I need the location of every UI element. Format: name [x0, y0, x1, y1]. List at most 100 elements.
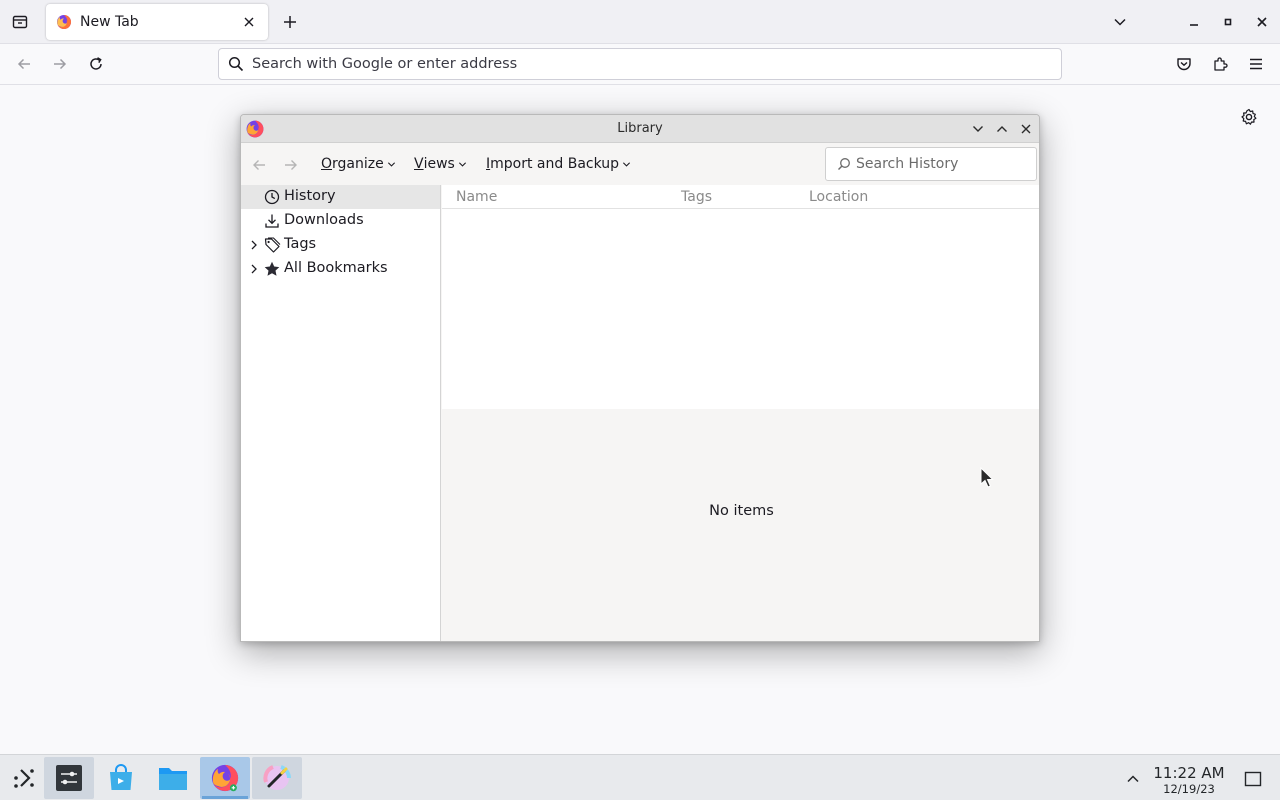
organize-menu-button[interactable]: Organize: [321, 156, 396, 172]
url-bar[interactable]: [218, 48, 1062, 80]
arrow-left-icon: [17, 58, 30, 70]
chevron-right-icon[interactable]: [248, 263, 260, 275]
new-tab-button[interactable]: [276, 8, 304, 36]
views-label: iews: [423, 156, 455, 172]
show-desktop-button[interactable]: [1243, 769, 1263, 789]
clock-time: 11:22 AM: [1153, 764, 1225, 782]
taskbar: 11:22 AM 12/19/23: [0, 754, 1280, 800]
maximize-button[interactable]: [1214, 8, 1242, 36]
library-forward-button[interactable]: [281, 155, 301, 175]
tab-title: New Tab: [80, 14, 139, 30]
url-input[interactable]: [252, 56, 1061, 72]
forward-button[interactable]: [46, 50, 74, 78]
desktop-icon: [1244, 771, 1262, 787]
reload-icon: [90, 57, 102, 70]
library-toolbar: Organize Views Import and Backup: [241, 143, 1039, 185]
settings-sliders-icon: [56, 765, 82, 791]
firefox-view-icon: [12, 15, 28, 29]
search-history-box[interactable]: [825, 147, 1037, 181]
sidebar-item-label: Downloads: [284, 212, 364, 228]
folder-icon: [159, 768, 187, 790]
views-menu-button[interactable]: Views: [414, 156, 467, 172]
maximize-icon: [1224, 18, 1232, 26]
organize-label: rganize: [332, 156, 384, 172]
library-back-button[interactable]: [249, 155, 269, 175]
search-icon: [228, 56, 244, 72]
digital-clock[interactable]: 11:22 AM 12/19/23: [1150, 764, 1228, 797]
taskbar-krita[interactable]: [252, 757, 302, 799]
arrow-right-icon: [54, 58, 67, 70]
column-header-divider: [442, 208, 1039, 209]
library-minimize-button[interactable]: [969, 120, 987, 138]
library-title: Library: [617, 121, 663, 136]
list-all-tabs-button[interactable]: [1106, 8, 1134, 36]
taskbar-file-manager[interactable]: [148, 757, 198, 799]
empty-message: No items: [709, 503, 774, 519]
chevron-down-icon: [387, 161, 395, 167]
library-sidebar: History Downloads Tags All Bookmarks: [241, 185, 441, 641]
clock-icon: [263, 188, 281, 206]
search-history-input[interactable]: [856, 156, 1036, 172]
star-icon: [263, 260, 281, 278]
chevron-down-icon: [973, 126, 983, 132]
puzzle-icon: [1214, 57, 1228, 71]
sidebar-item-label: All Bookmarks: [284, 260, 388, 276]
taskbar-system-settings[interactable]: [44, 757, 94, 799]
clock-date: 12/19/23: [1163, 782, 1215, 796]
column-header-tags[interactable]: Tags: [681, 189, 712, 205]
chevron-up-icon: [997, 126, 1007, 132]
chevron-right-icon[interactable]: [248, 239, 260, 251]
firefox-view-button[interactable]: [6, 8, 34, 36]
sidebar-item-label: Tags: [284, 236, 317, 252]
sidebar-item-history[interactable]: History: [241, 185, 440, 209]
plus-icon: [284, 16, 296, 28]
back-button[interactable]: [10, 50, 38, 78]
library-titlebar[interactable]: Library: [241, 115, 1039, 143]
app-menu-button[interactable]: [1242, 50, 1270, 78]
column-header-location[interactable]: Location: [809, 189, 868, 205]
arrow-left-icon: [253, 160, 265, 170]
minimize-button[interactable]: [1180, 8, 1208, 36]
hamburger-menu-icon: [1250, 58, 1262, 70]
sidebar-item-label: History: [284, 188, 336, 204]
application-launcher-button[interactable]: [0, 757, 50, 799]
extensions-button[interactable]: [1206, 50, 1234, 78]
firefox-logo-icon: [57, 14, 72, 29]
library-content: Name Tags Location No items: [442, 185, 1039, 641]
chevron-down-icon: [1114, 18, 1126, 26]
chevron-down-icon: [458, 161, 466, 167]
tab-bar: New Tab: [0, 0, 1280, 44]
mouse-cursor-icon: [980, 467, 994, 488]
library-window: Library Organize V iews I mport and Back…: [240, 114, 1040, 642]
firefox-logo-icon: [211, 764, 239, 792]
tab-new-tab[interactable]: New Tab: [46, 4, 268, 40]
close-icon: [1021, 124, 1031, 134]
organize-mnemonic: O: [321, 156, 333, 172]
gear-icon: [1241, 108, 1257, 125]
tab-close-button[interactable]: [240, 13, 258, 31]
chevron-up-icon: [1127, 775, 1139, 783]
places-list[interactable]: Name Tags Location: [442, 185, 1039, 409]
sidebar-item-downloads[interactable]: Downloads: [241, 209, 440, 233]
taskbar-firefox[interactable]: [200, 757, 250, 799]
taskbar-discover[interactable]: [96, 757, 146, 799]
search-icon: [838, 158, 850, 170]
import-backup-label: mport and Backup: [490, 156, 620, 172]
active-window-indicator: [202, 796, 248, 799]
close-window-button[interactable]: [1248, 8, 1276, 36]
column-header-name[interactable]: Name: [456, 189, 497, 205]
import-backup-menu-button[interactable]: Import and Backup: [486, 156, 631, 172]
chevron-down-icon: [623, 161, 631, 167]
reload-button[interactable]: [82, 50, 110, 78]
details-pane: No items: [442, 409, 1039, 641]
library-maximize-button[interactable]: [993, 120, 1011, 138]
library-close-button[interactable]: [1017, 120, 1035, 138]
pocket-button[interactable]: [1170, 50, 1198, 78]
personalize-new-tab-button[interactable]: [1238, 106, 1260, 128]
minimize-icon: [1190, 24, 1198, 26]
system-tray-expand-button[interactable]: [1123, 769, 1143, 789]
sidebar-item-all-bookmarks[interactable]: All Bookmarks: [241, 257, 440, 281]
arrow-right-icon: [285, 160, 297, 170]
close-icon: [244, 17, 254, 27]
sidebar-item-tags[interactable]: Tags: [241, 233, 440, 257]
